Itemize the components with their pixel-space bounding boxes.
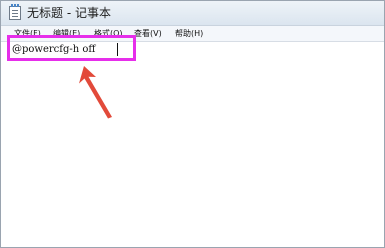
arrow-annotation — [79, 66, 112, 119]
